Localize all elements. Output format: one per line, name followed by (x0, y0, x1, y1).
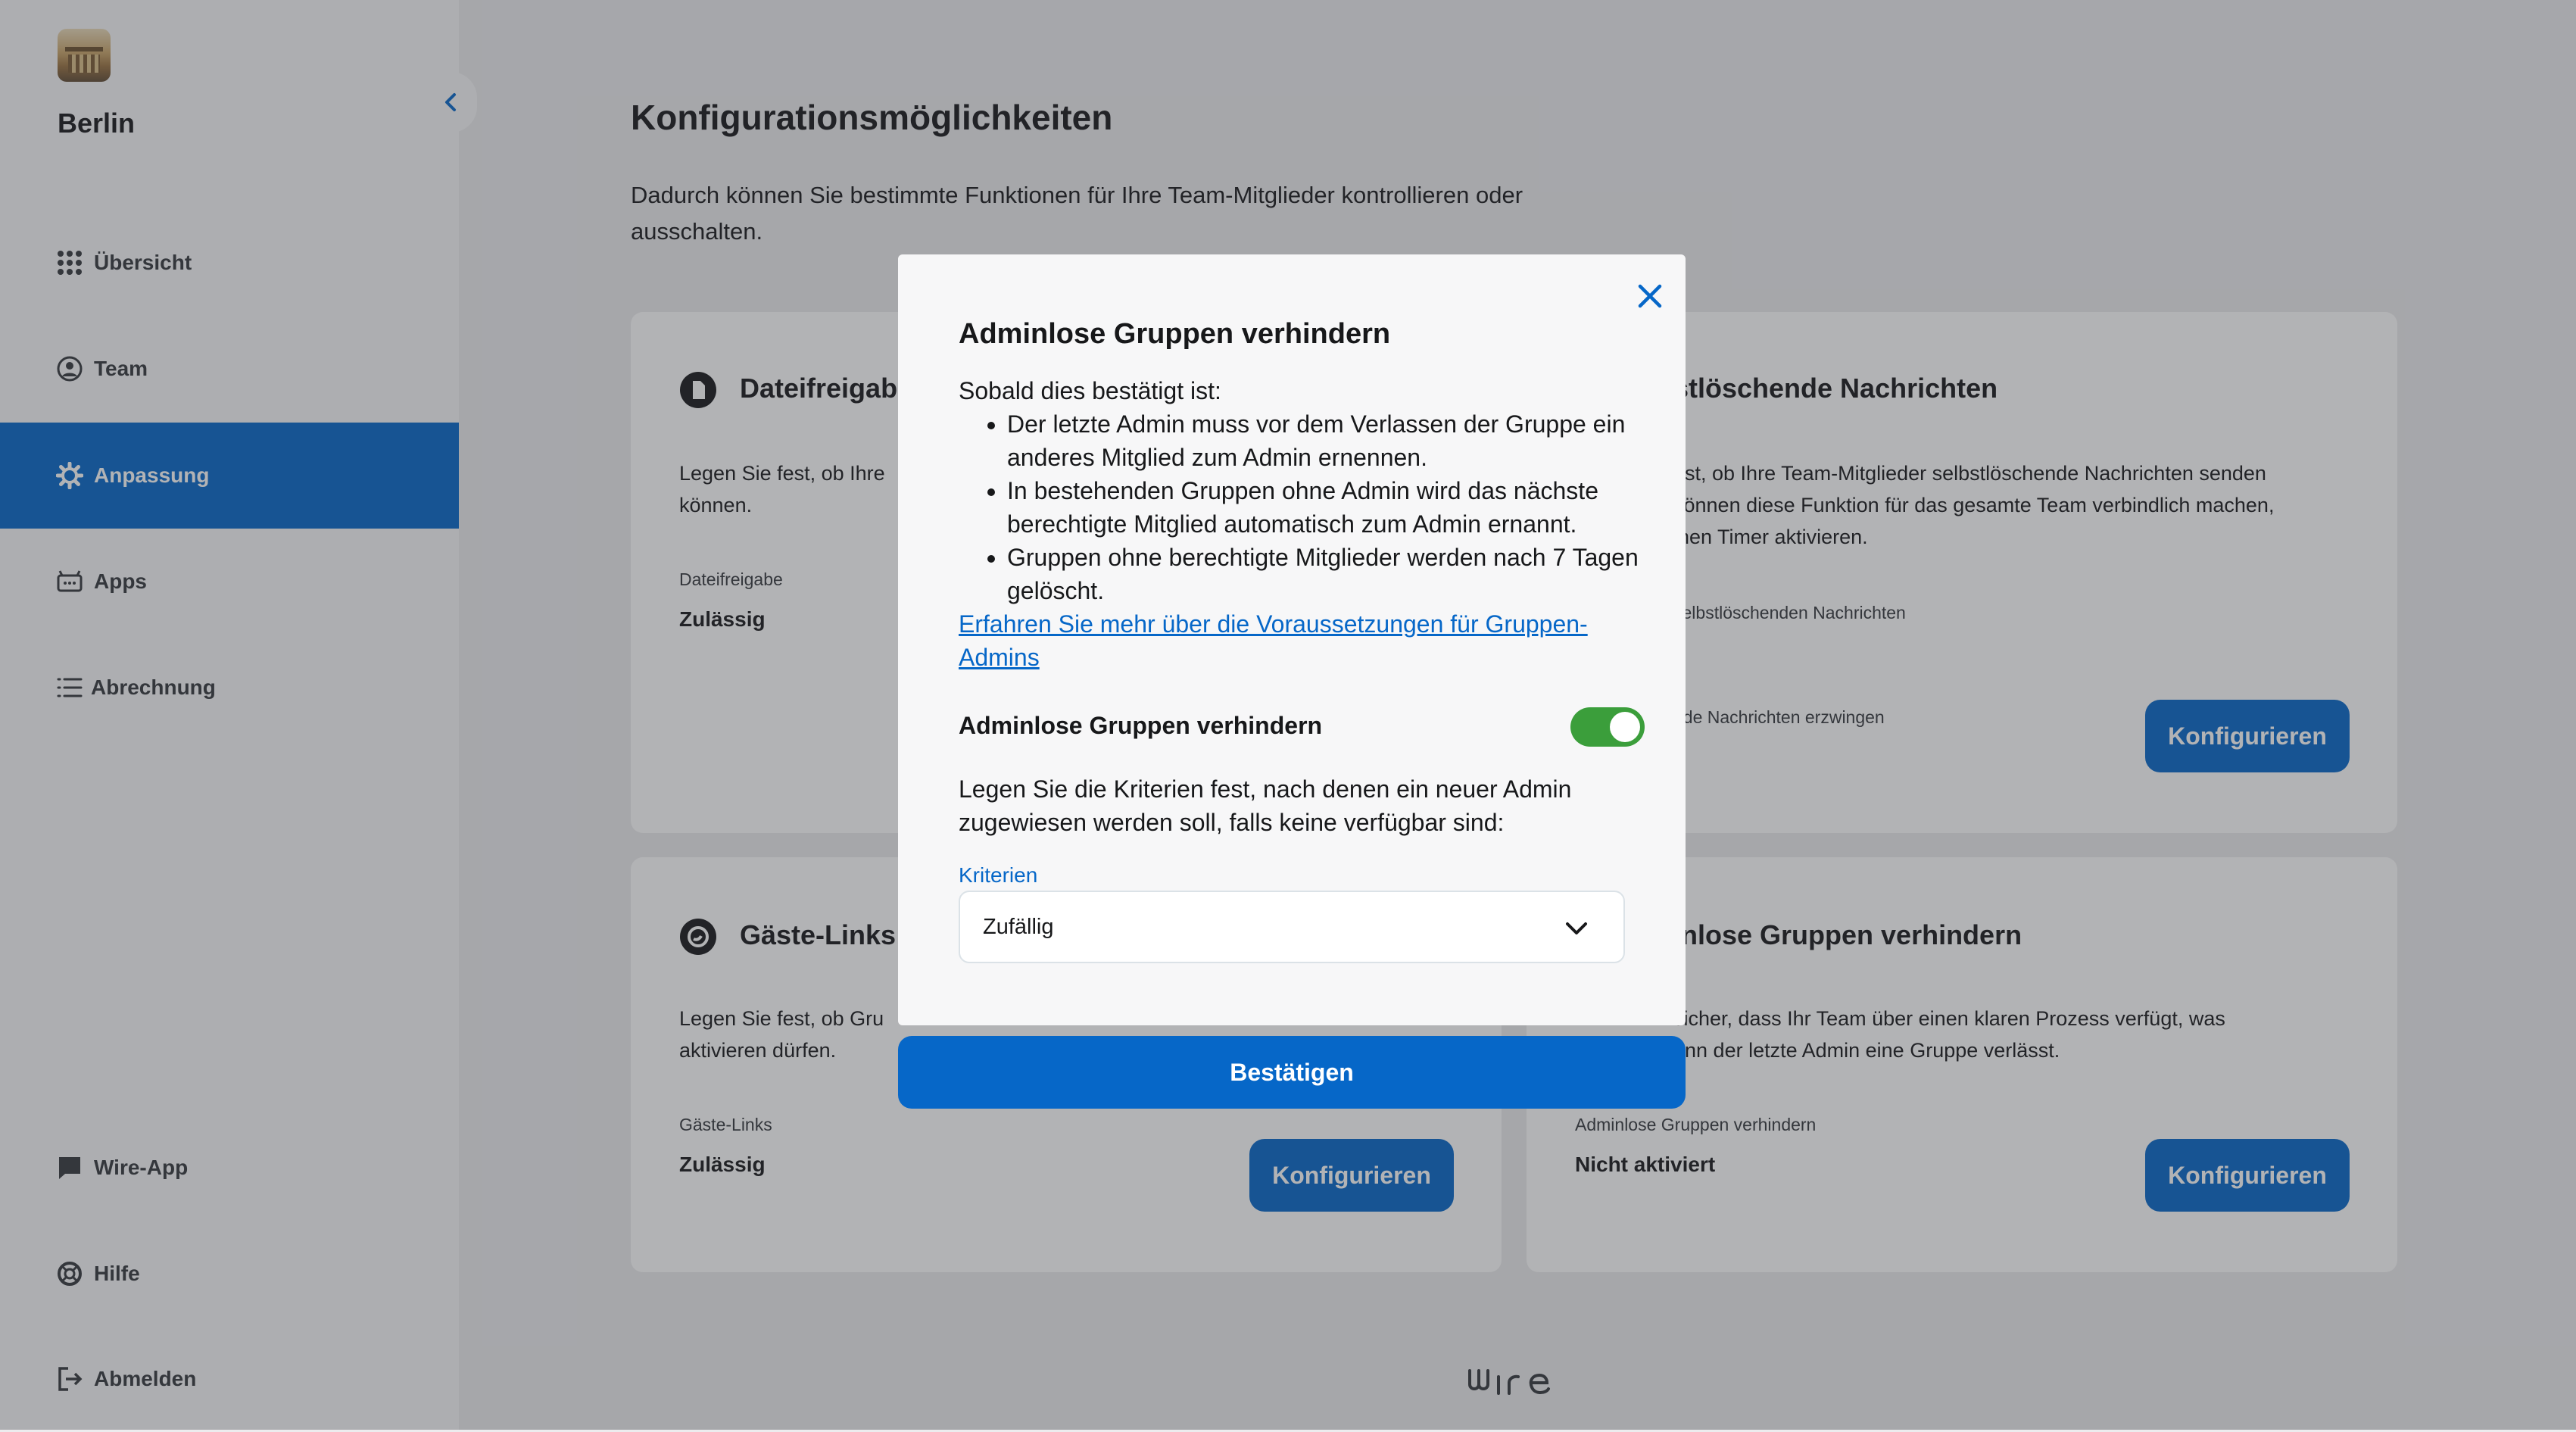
learn-more-link[interactable]: Erfahren Sie mehr über die Voraussetzung… (959, 610, 1588, 671)
modal-title: Adminlose Gruppen verhindern (959, 318, 1391, 350)
adminless-groups-toggle[interactable] (1570, 707, 1645, 747)
criteria-label: Kriterien (959, 863, 1038, 887)
list-item: Der letzte Admin muss vor dem Verlassen … (1007, 407, 1640, 474)
toggle-knob (1610, 712, 1640, 742)
list-item: Gruppen ohne berechtigte Mitglieder werd… (1007, 541, 1640, 607)
confirm-button[interactable]: Bestätigen (898, 1036, 1686, 1109)
modal-bullet-list: Der letzte Admin muss vor dem Verlassen … (959, 407, 1640, 607)
criteria-description: Legen Sie die Kriterien fest, nach denen… (959, 775, 1572, 836)
modal-intro: Sobald dies bestätigt ist: (959, 377, 1221, 404)
adminless-groups-modal: Adminlose Gruppen verhindern Sobald dies… (898, 254, 1686, 1025)
list-item: In bestehenden Gruppen ohne Admin wird d… (1007, 474, 1640, 541)
close-icon[interactable] (1631, 277, 1669, 315)
criteria-selected-value: Zufällig (983, 915, 1054, 939)
toggle-row: Adminlose Gruppen verhindern (959, 707, 1645, 753)
chevron-down-icon (1566, 922, 1587, 934)
modal-body: Sobald dies bestätigt ist: Der letzte Ad… (959, 374, 1640, 674)
criteria-select[interactable]: Zufällig (959, 891, 1625, 963)
toggle-label: Adminlose Gruppen verhindern (959, 712, 1323, 739)
